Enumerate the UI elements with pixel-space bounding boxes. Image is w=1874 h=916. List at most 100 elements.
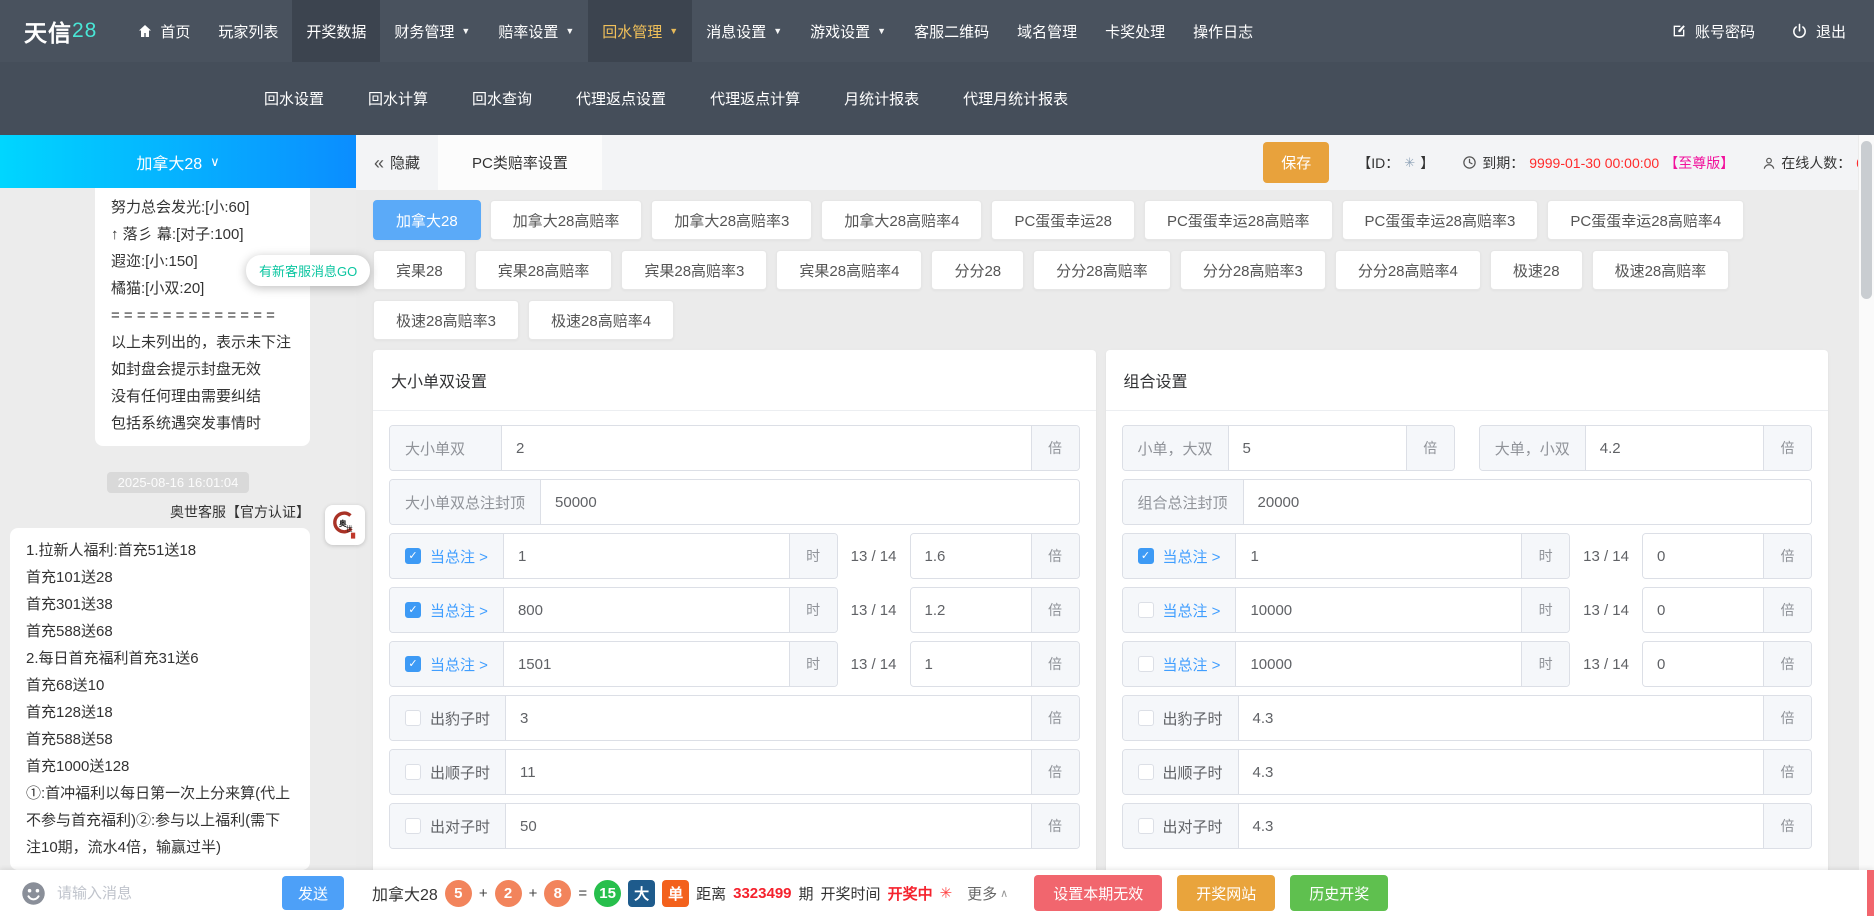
subnav-rebate-query[interactable]: 回水查询 xyxy=(472,88,532,109)
cap-input[interactable]: 50000 xyxy=(541,480,1079,524)
game-tab[interactable]: 极速28高赔率 xyxy=(1591,250,1730,290)
chat-message-input[interactable] xyxy=(57,884,272,902)
subnav-agent-rebate-settings[interactable]: 代理返点设置 xyxy=(576,88,666,109)
multiplier-input[interactable]: 4.3 xyxy=(1238,696,1763,740)
threshold-input[interactable]: 800 xyxy=(503,588,789,632)
nav-item-message[interactable]: 消息设置 ▼ xyxy=(692,0,796,62)
multiplier-input[interactable]: 0 xyxy=(1643,642,1763,686)
nav-item-service-qr[interactable]: 客服二维码 xyxy=(900,0,1003,62)
hide-sidebar-button[interactable]: « 隐藏 xyxy=(374,152,420,173)
field-label: 出对子时 xyxy=(1162,818,1223,836)
subnav-rebate-settings[interactable]: 回水设置 xyxy=(264,88,324,109)
nav-item-finance[interactable]: 财务管理 ▼ xyxy=(380,0,484,62)
game-tab[interactable]: 宾果28高赔率3 xyxy=(621,250,768,290)
brand-logo[interactable]: 天信 28 xyxy=(24,0,97,62)
nav-item-rebate[interactable]: 回水管理 ▼ xyxy=(588,0,693,62)
history-draws-button[interactable]: 历史开奖 xyxy=(1290,875,1389,911)
vertical-scrollbar[interactable] xyxy=(1858,135,1874,870)
threshold-input[interactable]: 1 xyxy=(503,534,789,578)
checkbox[interactable]: ✓ xyxy=(405,602,421,618)
multiplier-input[interactable]: 50 xyxy=(506,804,1031,848)
odds-input[interactable]: 5 xyxy=(1228,426,1406,470)
scrollbar-thumb[interactable] xyxy=(1861,141,1872,299)
send-button[interactable]: 发送 xyxy=(282,876,344,910)
game-tab[interactable]: 分分28高赔率 xyxy=(1033,250,1171,290)
cap-input[interactable]: 20000 xyxy=(1243,480,1811,524)
game-tab[interactable]: 极速28高赔率4 xyxy=(528,300,675,340)
game-tab[interactable]: 分分28 xyxy=(931,250,1025,290)
checkbox[interactable] xyxy=(1137,656,1154,672)
nav-item-draw-data[interactable]: 开奖数据 xyxy=(292,0,381,62)
multiplier-input[interactable]: 1 xyxy=(910,642,1031,686)
checkbox[interactable] xyxy=(405,764,421,780)
game-tab[interactable]: PC蛋蛋幸运28高赔率4 xyxy=(1547,200,1745,240)
nav-item-logs[interactable]: 操作日志 xyxy=(1179,0,1267,62)
threshold-input[interactable]: 10000 xyxy=(1236,588,1522,632)
checkbox[interactable] xyxy=(1137,710,1154,726)
checkbox[interactable]: ✓ xyxy=(1137,548,1154,564)
nav-item-prize[interactable]: 卡奖处理 xyxy=(1091,0,1179,62)
subnav-agent-monthly-report[interactable]: 代理月统计报表 xyxy=(963,88,1068,109)
nav-item-home[interactable]: 首页 xyxy=(123,0,204,62)
tab-pc-odds-settings[interactable]: PC类赔率设置 xyxy=(438,135,602,190)
game-tab[interactable]: 极速28高赔率3 xyxy=(373,300,520,340)
checkbox[interactable] xyxy=(405,818,421,834)
odds-input[interactable]: 2 xyxy=(502,426,1031,470)
game-tab[interactable]: 分分28高赔率4 xyxy=(1334,250,1481,290)
game-tab[interactable]: 分分28高赔率3 xyxy=(1179,250,1326,290)
logout-button[interactable]: 退出 xyxy=(1791,21,1846,42)
game-tab[interactable]: 极速28 xyxy=(1489,250,1583,290)
customer-service-avatar[interactable]: 奥 世 xyxy=(325,505,365,545)
game-tab[interactable]: 宾果28高赔率4 xyxy=(776,250,923,290)
subnav-agent-rebate-calc[interactable]: 代理返点计算 xyxy=(710,88,800,109)
multiplier-input[interactable]: 3 xyxy=(506,696,1031,740)
nav-item-domains[interactable]: 域名管理 xyxy=(1003,0,1091,62)
multiplier-input[interactable]: 4.3 xyxy=(1238,804,1763,848)
checkbox[interactable]: ✓ xyxy=(405,656,421,672)
chat-message-list[interactable]: 心想事成:[大单:40] 努力总会发光:[小:60] ↑ 落彡 幕:[对子:10… xyxy=(0,188,356,870)
threshold-input[interactable]: 1501 xyxy=(503,642,789,686)
game-tab[interactable]: 宾果28 xyxy=(373,250,466,290)
checkbox[interactable] xyxy=(1137,764,1154,780)
subnav-monthly-report[interactable]: 月统计报表 xyxy=(844,88,919,109)
game-tab[interactable]: 加拿大28 xyxy=(373,200,481,240)
odds-input[interactable]: 4.2 xyxy=(1585,426,1763,470)
nav-item-game-settings[interactable]: 游戏设置 ▼ xyxy=(796,0,900,62)
edge-floating-tab[interactable] xyxy=(1867,870,1874,916)
multiplier-input[interactable]: 1.6 xyxy=(910,534,1031,578)
more-button[interactable]: 更多 ∧ xyxy=(967,883,1008,904)
nav-item-players[interactable]: 玩家列表 xyxy=(204,0,292,62)
account-password-button[interactable]: 账号密码 xyxy=(1671,21,1755,42)
multiplier-input[interactable]: 0 xyxy=(1643,588,1763,632)
game-tab[interactable]: 加拿大28高赔率 xyxy=(489,200,643,240)
checkbox[interactable]: ✓ xyxy=(405,548,421,564)
nav-item-odds[interactable]: 赔率设置 ▼ xyxy=(484,0,588,62)
multiplier-input[interactable]: 4.3 xyxy=(1238,750,1763,794)
game-tab[interactable]: 加拿大28高赔率4 xyxy=(821,200,983,240)
invalidate-period-button[interactable]: 设置本期无效 xyxy=(1034,875,1163,911)
game-tab[interactable]: PC蛋蛋幸运28高赔率 xyxy=(1143,200,1333,240)
draw-website-button[interactable]: 开奖网站 xyxy=(1177,875,1276,911)
game-tab[interactable]: PC蛋蛋幸运28高赔率3 xyxy=(1341,200,1539,240)
draw-number-ball: 5 xyxy=(444,879,472,907)
unit-label: 倍 xyxy=(1030,426,1079,470)
game-tab[interactable]: 宾果28高赔率 xyxy=(474,250,613,290)
game-tab[interactable]: 加拿大28高赔率3 xyxy=(651,200,813,240)
multiplier-input[interactable]: 11 xyxy=(506,750,1031,794)
checkbox[interactable] xyxy=(1137,818,1154,834)
new-message-toast[interactable]: 有新客服消息GO xyxy=(246,255,371,286)
multiplier-input[interactable]: 0 xyxy=(1643,534,1763,578)
chat-line: 包括系统遇突发事情时 xyxy=(111,415,262,432)
game-tab[interactable]: PC蛋蛋幸运28 xyxy=(991,200,1135,240)
main-content: « 隐藏 PC类赔率设置 保存 【ID： ✳】 到期： 9999-01-30 00:… xyxy=(356,135,1874,870)
emoji-button[interactable] xyxy=(20,880,47,907)
threshold-input[interactable]: 10000 xyxy=(1236,642,1522,686)
checkbox[interactable] xyxy=(1137,602,1154,618)
multiplier-input[interactable]: 1.2 xyxy=(910,588,1031,632)
subnav-rebate-calc[interactable]: 回水计算 xyxy=(368,88,428,109)
threshold-input[interactable]: 1 xyxy=(1236,534,1522,578)
save-button[interactable]: 保存 xyxy=(1263,142,1330,183)
checkbox[interactable] xyxy=(405,710,421,726)
unit-label: 时 xyxy=(1521,642,1570,686)
chat-room-selector[interactable]: 加拿大28 ∨ xyxy=(0,135,356,188)
